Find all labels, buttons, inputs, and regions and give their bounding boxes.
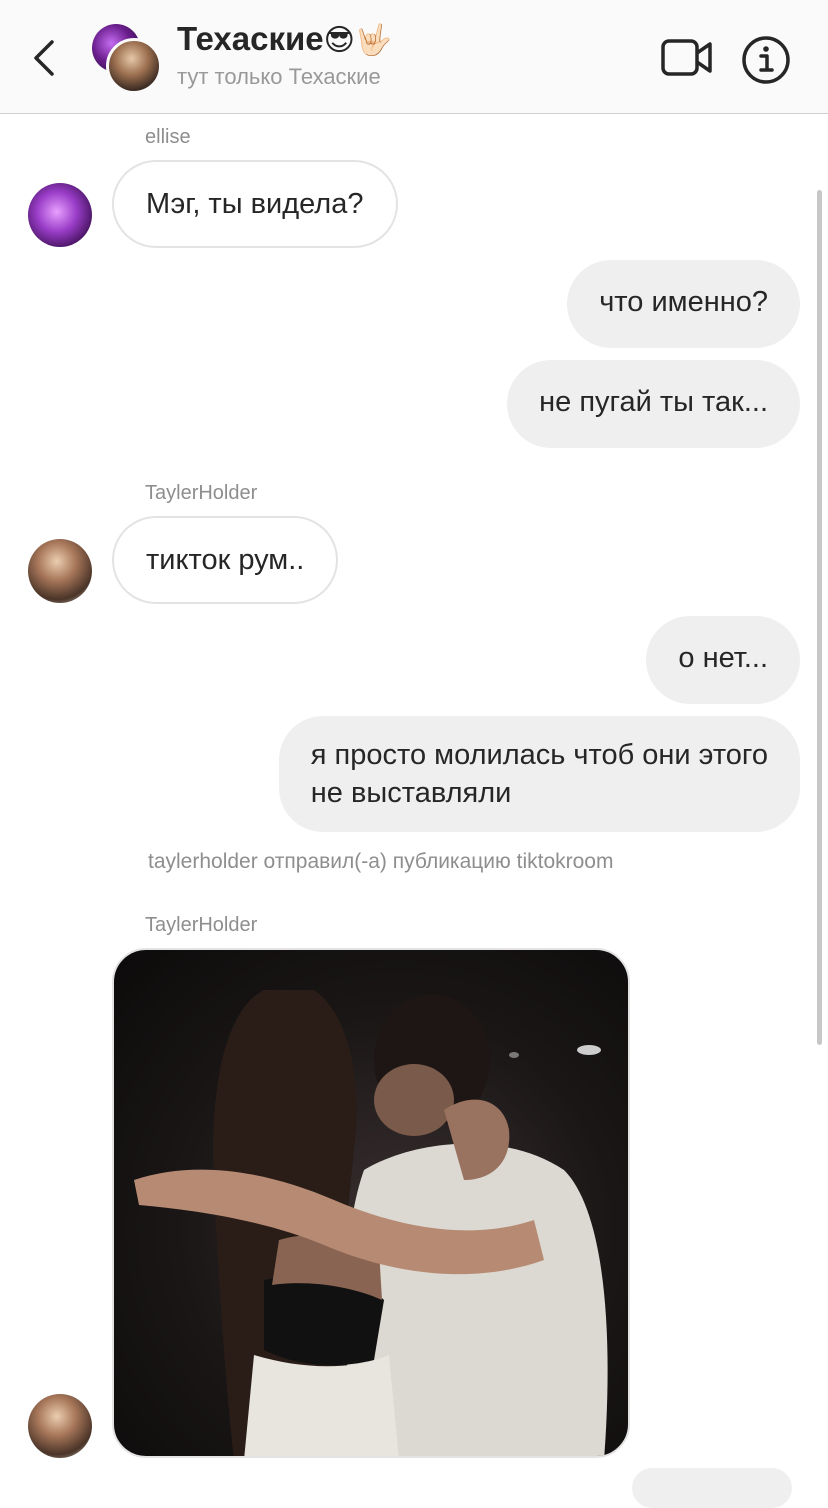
avatar-taylerholder[interactable] <box>28 1394 92 1458</box>
message-bubble-outgoing[interactable]: что именно? <box>567 260 800 348</box>
sender-name: ellise <box>145 126 191 148</box>
chat-subtitle: тут только Техаские <box>177 64 381 89</box>
message-bubble-outgoing[interactable]: не пугай ты так... <box>507 360 800 448</box>
chat-header: Техаские😎🤟🏻 тут только Техаские <box>0 0 828 114</box>
message-text-line: я просто молилась чтоб они этого <box>310 739 768 771</box>
message-bubble-outgoing-partial[interactable] <box>632 1468 792 1508</box>
sender-name: TaylerHolder <box>145 482 258 504</box>
group-avatar[interactable] <box>92 24 162 94</box>
message-bubble-outgoing[interactable]: я просто молилась чтоб они этого не выст… <box>278 716 800 832</box>
info-button[interactable] <box>740 34 792 86</box>
info-icon <box>742 36 790 84</box>
message-bubble-incoming[interactable]: тикток рум.. <box>112 516 339 604</box>
shared-post-notice: taylerholder отправил(-а) публикацию tik… <box>148 850 614 873</box>
chat-title-text: Техаские <box>177 20 324 57</box>
video-camera-icon <box>661 39 712 76</box>
sender-name: TaylerHolder <box>145 914 258 936</box>
chevron-left-icon <box>34 40 54 76</box>
group-avatar-member-2 <box>106 38 162 94</box>
avatar-taylerholder[interactable] <box>28 539 92 603</box>
shared-post-photo[interactable] <box>112 948 630 1458</box>
avatar-ellise[interactable] <box>28 183 92 247</box>
chat-title-emoji: 😎🤟🏻 <box>323 23 393 58</box>
message-text-line: не выставляли <box>310 777 512 809</box>
message-bubble-incoming[interactable]: Мэг, ты видела? <box>112 160 398 248</box>
photo-image <box>134 990 608 1456</box>
message-bubble-outgoing[interactable]: о нет... <box>646 616 800 704</box>
video-call-button[interactable] <box>660 36 714 80</box>
scrollbar[interactable] <box>817 190 822 1045</box>
chat-title[interactable]: Техаские😎🤟🏻 <box>177 20 392 58</box>
back-button[interactable] <box>26 34 66 82</box>
